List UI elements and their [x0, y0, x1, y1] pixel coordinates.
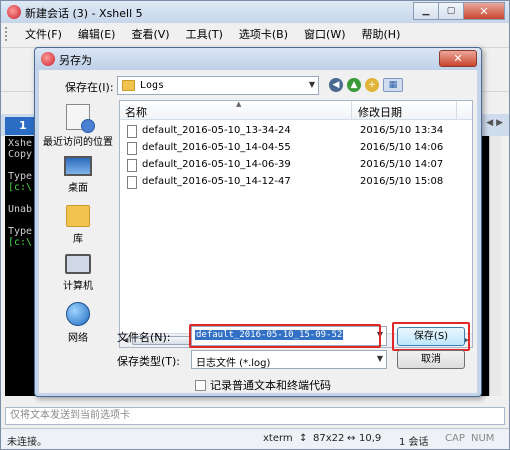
- menu-item[interactable]: 编辑(E): [70, 26, 124, 42]
- status-caps: CAP: [445, 433, 465, 444]
- file-modified-date: 2016/5/10 13:34: [360, 125, 444, 136]
- menu-item[interactable]: 选项卡(B): [231, 26, 296, 42]
- dialog-close-button[interactable]: ✕: [439, 50, 477, 67]
- place-recent[interactable]: 最近访问的位置: [43, 104, 113, 148]
- status-bar: 未连接。 xterm ↕ 87x22 ↔ 10,9 1 会话 CAP NUM: [1, 428, 509, 449]
- compose-input[interactable]: 仅将文本发送到当前选项卡: [5, 407, 505, 425]
- xshell-logo-icon: [7, 5, 21, 19]
- menu-item[interactable]: 文件(F): [17, 26, 70, 42]
- status-num: NUM: [471, 433, 495, 444]
- dialog-title-bar: 另存为 ✕: [35, 48, 481, 70]
- file-modified-date: 2016/5/10 14:07: [360, 159, 444, 170]
- record-checkbox[interactable]: [195, 379, 206, 391]
- dialog-body: 保存在(I): Logs ▼ ◀ ▲ + ▦ 最近访问的位置 桌面 库 计算机 …: [39, 70, 477, 393]
- document-icon: [127, 176, 137, 189]
- title-bar: 新建会话 (3) - Xshell 5 ▁ ▢ ✕: [1, 1, 509, 23]
- place-label: 库: [73, 234, 83, 245]
- up-folder-button[interactable]: ▲: [347, 78, 361, 92]
- chevron-down-icon: ▼: [308, 80, 315, 89]
- menu-bar: 文件(F) 编辑(E) 查看(V) 工具(T) 选项卡(B) 窗口(W) 帮助(H): [17, 24, 408, 44]
- file-row[interactable]: default_2016-05-10_14-12-47 2016/5/10 15:…: [120, 174, 472, 191]
- status-sessions: 1 会话: [399, 437, 429, 448]
- recent-places-icon: [66, 104, 95, 133]
- folder-icon: [122, 80, 135, 91]
- places-bar: 最近访问的位置 桌面 库 计算机 网络: [43, 100, 113, 345]
- file-row[interactable]: default_2016-05-10_14-04-55 2016/5/10 14:…: [120, 140, 472, 157]
- back-button[interactable]: ◀: [329, 78, 343, 92]
- column-date[interactable]: 修改日期: [358, 104, 402, 120]
- place-network[interactable]: 网络: [43, 302, 113, 344]
- save-in-label: 保存在(I):: [65, 81, 114, 94]
- document-icon: [127, 142, 137, 155]
- place-computer[interactable]: 计算机: [43, 254, 113, 292]
- place-library[interactable]: 库: [43, 205, 113, 245]
- desktop-icon: [64, 156, 92, 176]
- file-modified-date: 2016/5/10 14:06: [360, 142, 444, 153]
- tab-scroll-arrows[interactable]: ◀ ▶: [486, 118, 503, 128]
- sort-caret-icon: ▲: [236, 100, 242, 108]
- file-modified-date: 2016/5/10 15:08: [360, 176, 444, 187]
- place-desktop[interactable]: 桌面: [43, 156, 113, 194]
- file-name-label: 文件名(N):: [117, 331, 171, 344]
- session-tab[interactable]: 1: [5, 117, 35, 135]
- status-cursor-pos: 10,9: [359, 433, 382, 444]
- new-folder-button[interactable]: +: [365, 78, 379, 92]
- save-in-dropdown[interactable]: Logs ▼: [117, 76, 319, 95]
- status-cursor-icon: ↔: [347, 433, 356, 444]
- menu-item[interactable]: 帮助(H): [354, 26, 409, 42]
- file-type-dropdown[interactable]: 日志文件 (*.log) ▼: [191, 350, 387, 369]
- menu-item[interactable]: 窗口(W): [296, 26, 353, 42]
- record-terminal-codes-option[interactable]: 记录普通文本和终端代码: [195, 377, 331, 393]
- terminal-scrollbar[interactable]: [489, 136, 501, 396]
- checkbox-label: 记录普通文本和终端代码: [210, 379, 331, 392]
- file-list[interactable]: ▲ 名称 修改日期 default_2016-05-10_13-34-24 201…: [119, 100, 473, 348]
- menubar-grip: [5, 27, 9, 41]
- file-row[interactable]: default_2016-05-10_13-34-24 2016/5/10 13:…: [120, 123, 472, 140]
- column-name[interactable]: 名称: [125, 104, 147, 120]
- place-label: 计算机: [63, 281, 93, 292]
- file-type-label: 保存类型(T):: [117, 355, 181, 368]
- place-label: 网络: [68, 333, 88, 344]
- file-type-value: 日志文件 (*.log): [196, 358, 271, 369]
- cancel-button[interactable]: 取消: [397, 350, 465, 369]
- file-name: default_2016-05-10_14-04-55: [142, 142, 291, 153]
- network-icon: [66, 302, 90, 326]
- document-icon: [127, 159, 137, 172]
- file-name: default_2016-05-10_13-34-24: [142, 125, 291, 136]
- dialog-title: 另存为: [59, 54, 92, 67]
- save-in-value: Logs: [140, 80, 165, 91]
- status-terminal-type: xterm: [263, 433, 293, 444]
- highlight-file-name: [189, 324, 381, 348]
- computer-icon: [65, 254, 91, 274]
- place-label: 桌面: [68, 183, 88, 194]
- file-row[interactable]: default_2016-05-10_14-06-39 2016/5/10 14:…: [120, 157, 472, 174]
- highlight-save-button: [392, 322, 470, 351]
- save-as-dialog: 另存为 ✕ 保存在(I): Logs ▼ ◀ ▲ + ▦ 最近访问的位置 桌面 …: [34, 47, 482, 397]
- library-icon: [66, 205, 90, 227]
- status-size: 87x22: [313, 433, 345, 444]
- dialog-logo-icon: [41, 52, 55, 66]
- place-label: 最近访问的位置: [43, 137, 113, 148]
- file-name: default_2016-05-10_14-12-47: [142, 176, 291, 187]
- maximize-button[interactable]: ▢: [438, 2, 464, 20]
- document-icon: [127, 125, 137, 138]
- chevron-down-icon: ▼: [376, 354, 383, 363]
- status-connection: 未连接。: [7, 437, 47, 448]
- view-menu-button[interactable]: ▦: [383, 78, 403, 92]
- window-title: 新建会话 (3) - Xshell 5: [25, 7, 143, 20]
- window-controls: ▁ ▢ ✕: [413, 2, 505, 20]
- menu-item[interactable]: 工具(T): [178, 26, 231, 42]
- file-name: default_2016-05-10_14-06-39: [142, 159, 291, 170]
- minimize-button[interactable]: ▁: [413, 2, 439, 20]
- close-button[interactable]: ✕: [463, 2, 505, 20]
- menu-item[interactable]: 查看(V): [123, 26, 177, 42]
- column-header: ▲ 名称 修改日期: [120, 100, 472, 120]
- status-size-icon: ↕: [299, 433, 308, 444]
